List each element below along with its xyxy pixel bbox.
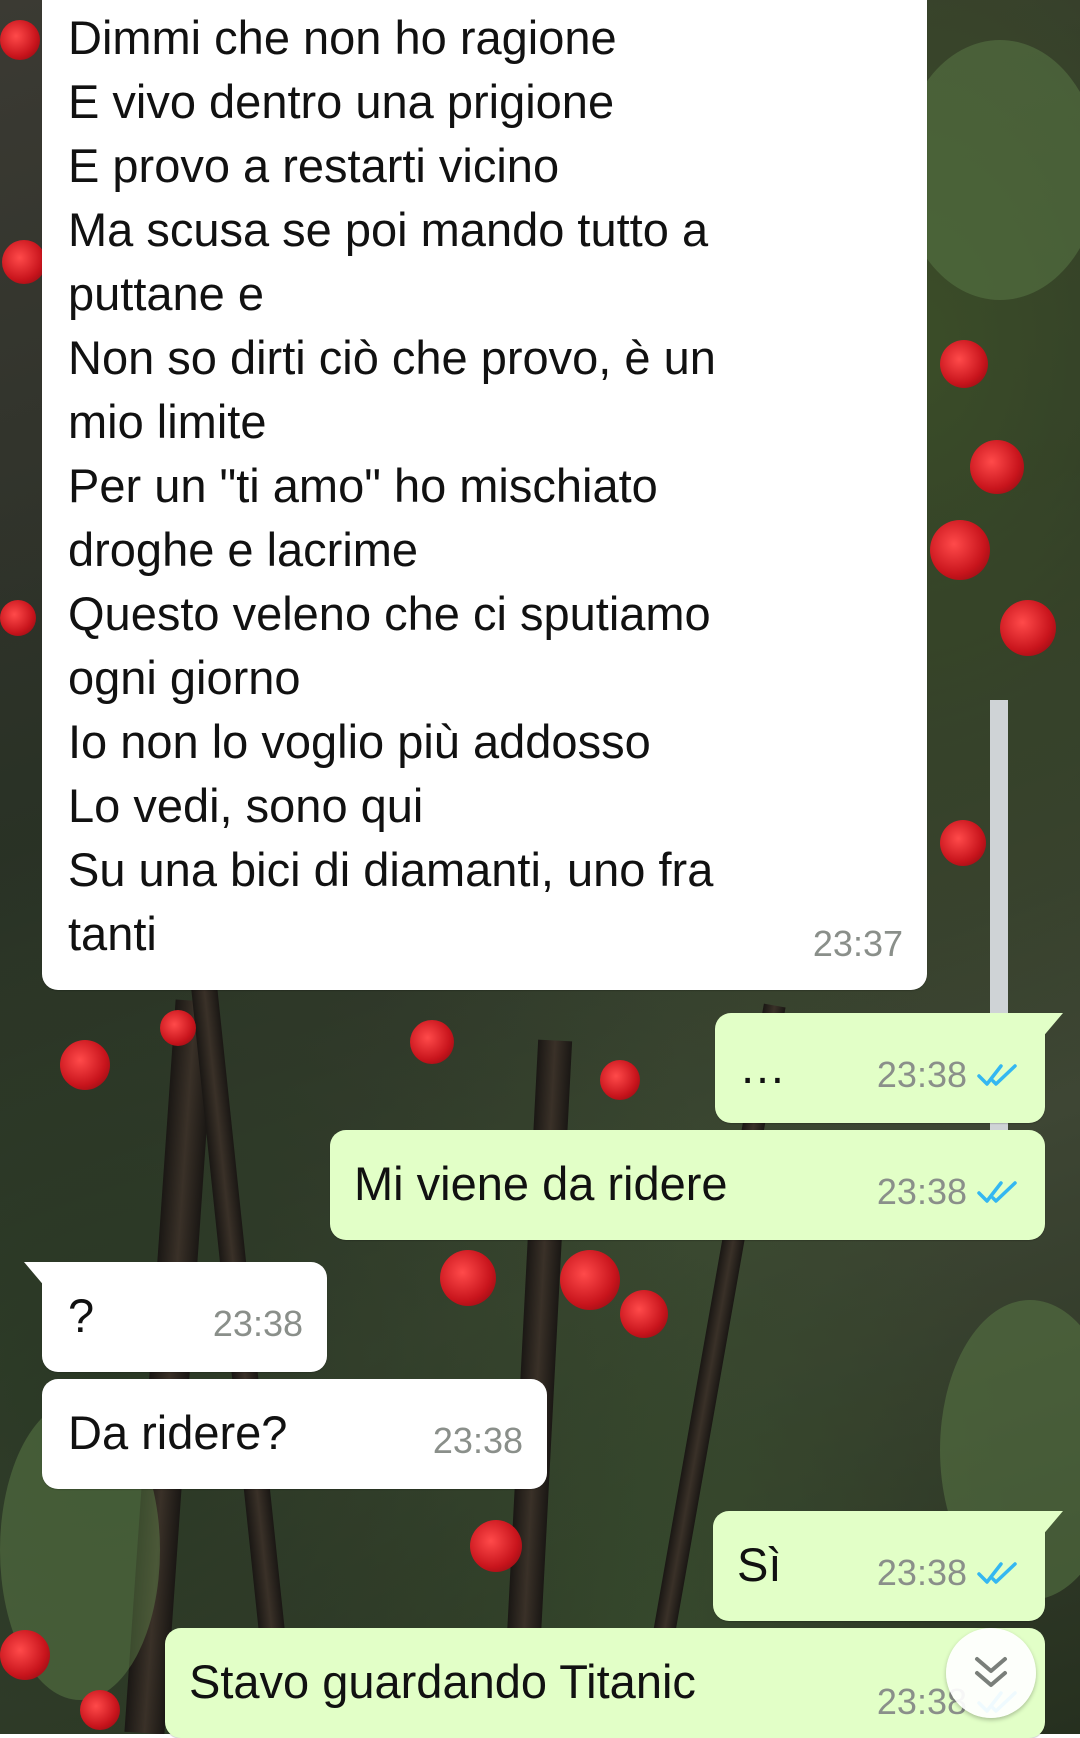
message-bubble-incoming[interactable]: Dimmi che non ho ragione E vivo dentro u…: [42, 0, 927, 990]
message-timestamp: 23:38: [212, 1303, 303, 1344]
double-check-icon: [977, 1562, 1017, 1584]
message-bubble-outgoing[interactable]: Sì 23:38: [713, 1511, 1063, 1621]
bubble-tail: [1041, 1511, 1063, 1537]
scroll-to-bottom-button[interactable]: [946, 1628, 1036, 1718]
bubble-tail: [1041, 1013, 1063, 1039]
message-timestamp: 23:37: [812, 923, 903, 964]
message-timestamp: 23:38: [876, 1171, 967, 1212]
chevron-double-down-icon: [975, 1657, 1007, 1687]
message-timestamp: 23:38: [876, 1552, 967, 1593]
bubble-tail: [24, 1262, 46, 1288]
message-list[interactable]: Dimmi che non ho ragione E vivo dentro u…: [0, 0, 1080, 1738]
message-text: Dimmi che non ho ragione E vivo dentro u…: [68, 11, 716, 960]
message-bubble-incoming[interactable]: Da ridere? 23:38: [42, 1379, 547, 1489]
message-bubble-incoming[interactable]: ? 23:38: [24, 1262, 327, 1372]
message-timestamp: 23:38: [432, 1420, 523, 1461]
double-check-icon: [977, 1181, 1017, 1203]
double-check-icon: [977, 1064, 1017, 1086]
message-bubble-outgoing[interactable]: … 23:38: [715, 1013, 1063, 1123]
message-bubble-outgoing[interactable]: Mi viene da ridere 23:38: [330, 1130, 1045, 1240]
message-bubble-outgoing[interactable]: Stavo guardando Titanic 23:38: [165, 1628, 1045, 1738]
message-timestamp: 23:38: [876, 1054, 967, 1095]
